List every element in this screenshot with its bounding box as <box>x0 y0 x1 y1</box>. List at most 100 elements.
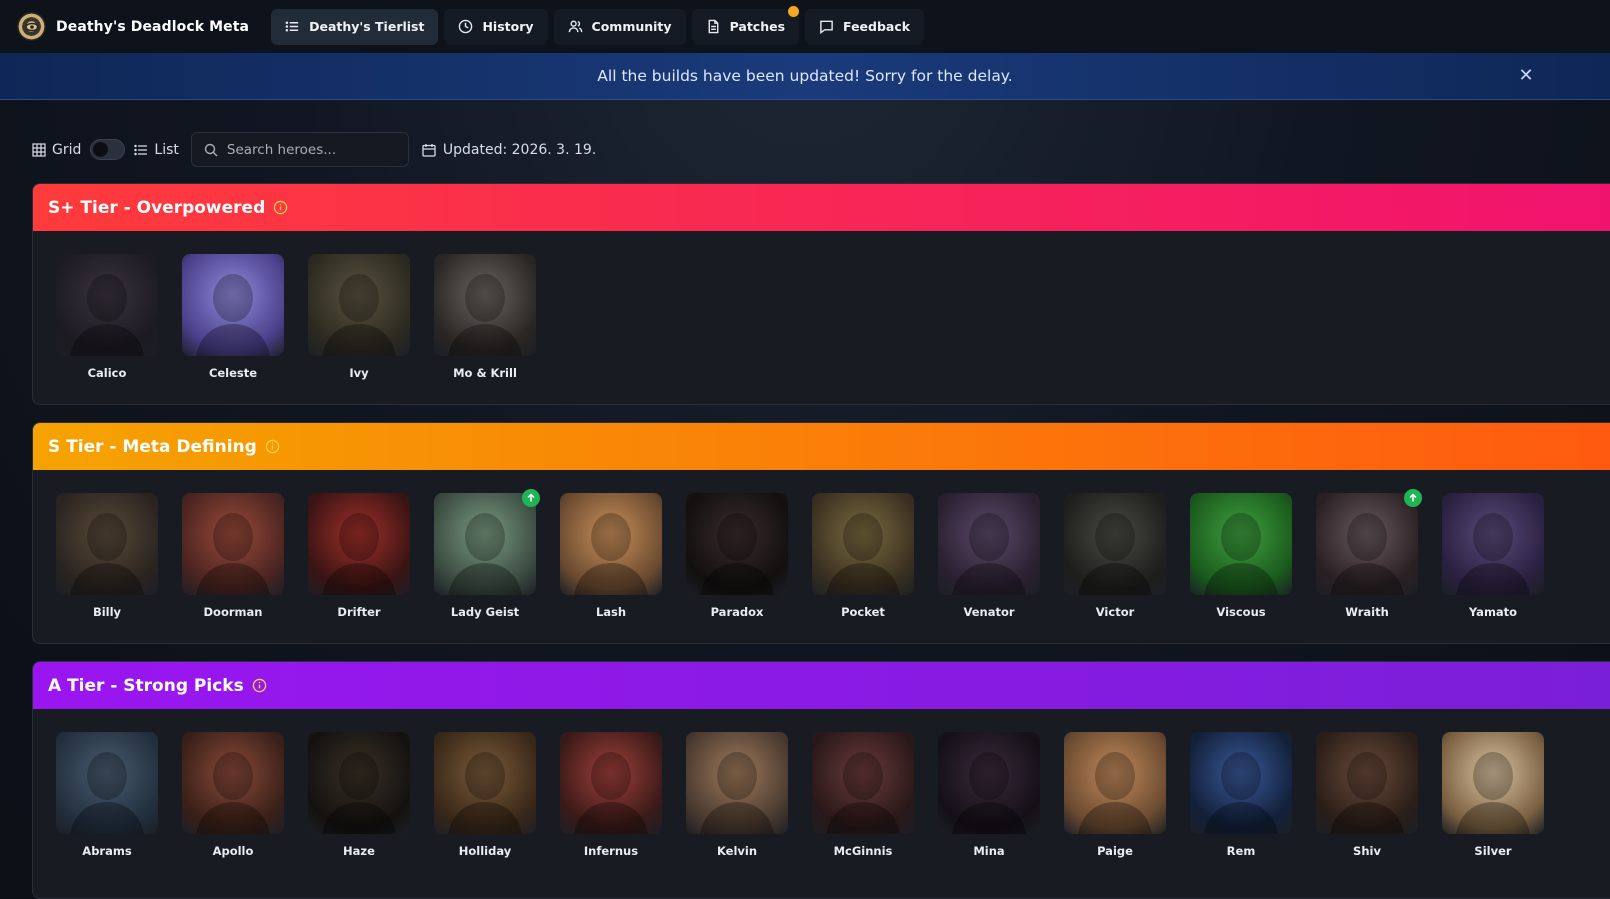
tier-section-a: A Tier - Strong Picks Abrams Apollo Haze Hol… <box>32 661 1610 899</box>
hero-card[interactable]: Viscous <box>1190 493 1292 619</box>
grid-view-option[interactable]: Grid <box>32 142 81 158</box>
hero-name: Celeste <box>208 366 258 380</box>
eye-logo-icon <box>17 12 46 41</box>
hero-portrait <box>938 732 1040 834</box>
hero-card[interactable]: Rem <box>1190 732 1292 858</box>
tier-header: S Tier - Meta Defining <box>33 423 1610 470</box>
hero-card[interactable]: Infernus <box>560 732 662 858</box>
info-icon[interactable] <box>273 200 288 215</box>
hero-card[interactable]: Drifter <box>308 493 410 619</box>
hero-name: Calico <box>87 366 127 380</box>
chat-icon <box>820 20 833 34</box>
hero-name: Rem <box>1226 844 1256 858</box>
tier-title: S Tier - Meta Defining <box>48 436 257 457</box>
hero-card[interactable]: Paige <box>1064 732 1166 858</box>
tier-section-splus: S+ Tier - Overpowered Calico Celeste Ivy Mo … <box>32 183 1610 405</box>
hero-card[interactable]: McGinnis <box>812 732 914 858</box>
hero-card[interactable]: Lady Geist <box>434 489 540 619</box>
updated-text: Updated: 2026. 3. 19. <box>442 141 597 158</box>
hero-portrait <box>1316 493 1418 595</box>
hero-card[interactable]: Ivy <box>308 254 410 380</box>
hero-card[interactable]: Wraith <box>1316 489 1422 619</box>
hero-grid: Calico Celeste Ivy Mo & Krill <box>33 231 1610 380</box>
users-icon <box>568 20 582 33</box>
hero-name: Viscous <box>1216 605 1266 619</box>
hero-card[interactable]: Victor <box>1064 493 1166 619</box>
view-toggle[interactable] <box>90 139 126 160</box>
hero-card[interactable]: Pocket <box>812 493 914 619</box>
hero-portrait <box>686 732 788 834</box>
tab-history[interactable]: History <box>444 8 548 45</box>
hero-card[interactable]: Silver <box>1442 732 1544 858</box>
hero-card[interactable]: Abrams <box>56 732 158 858</box>
hero-portrait <box>56 493 158 595</box>
list-icon <box>285 21 299 32</box>
banner-message: All the builds have been updated! Sorry … <box>597 67 1013 85</box>
view-controls: Grid List Updated: 2026. 3. 19. <box>32 132 596 167</box>
calendar-icon <box>422 143 436 157</box>
grid-icon <box>32 142 46 157</box>
hero-portrait <box>182 254 284 356</box>
info-icon[interactable] <box>265 439 280 454</box>
list-view-option[interactable]: List <box>134 141 179 158</box>
hero-card[interactable]: Mina <box>938 732 1040 858</box>
hero-card[interactable]: Venator <box>938 493 1040 619</box>
hero-portrait <box>56 732 158 834</box>
tier-title: S+ Tier - Overpowered <box>48 197 266 218</box>
hero-portrait <box>434 254 536 356</box>
hero-portrait <box>308 254 410 356</box>
hero-card[interactable]: Apollo <box>182 732 284 858</box>
hero-portrait <box>1190 493 1292 595</box>
hero-portrait <box>812 493 914 595</box>
tier-section-s: S Tier - Meta Defining Billy Doorman Drifte… <box>32 422 1610 644</box>
top-navigation: Deathy's Deadlock Meta Deathy's Tierlist… <box>0 0 1610 53</box>
hero-card[interactable]: Yamato <box>1442 493 1544 619</box>
hero-portrait <box>812 732 914 834</box>
clock-icon <box>459 19 473 34</box>
list-label: List <box>154 141 179 158</box>
grid-label: Grid <box>52 141 82 158</box>
hero-card[interactable]: Haze <box>308 732 410 858</box>
hero-name: Infernus <box>583 844 639 858</box>
hero-portrait <box>308 493 410 595</box>
hero-card[interactable]: Celeste <box>182 254 284 380</box>
hero-portrait <box>1442 732 1544 834</box>
hero-portrait <box>434 493 536 595</box>
hero-card[interactable]: Calico <box>56 254 158 380</box>
hero-portrait <box>1064 732 1166 834</box>
hero-portrait <box>686 493 788 595</box>
search-input[interactable] <box>226 141 397 158</box>
hero-name: Paradox <box>710 605 764 619</box>
hero-card[interactable]: Lash <box>560 493 662 619</box>
hero-name: Doorman <box>203 605 263 619</box>
trending-up-icon <box>522 489 540 507</box>
close-icon[interactable]: ✕ <box>1516 66 1536 86</box>
tab-community[interactable]: Community <box>553 8 686 45</box>
hero-card[interactable]: Kelvin <box>686 732 788 858</box>
announcement-banner: All the builds have been updated! Sorry … <box>0 53 1610 100</box>
hero-name: Pocket <box>841 605 885 619</box>
hero-card[interactable]: Billy <box>56 493 158 619</box>
trending-up-icon <box>1404 489 1422 507</box>
tab-label: Community <box>591 19 672 34</box>
hero-portrait <box>1190 732 1292 834</box>
tab-tierlist[interactable]: Deathy's Tierlist <box>271 8 439 45</box>
hero-portrait <box>1316 732 1418 834</box>
brand[interactable]: Deathy's Deadlock Meta <box>17 12 249 41</box>
hero-card[interactable]: Shiv <box>1316 732 1418 858</box>
hero-card[interactable]: Mo & Krill <box>434 254 536 380</box>
tab-label: Patches <box>729 19 786 34</box>
tier-title: A Tier - Strong Picks <box>48 675 244 696</box>
hero-card[interactable]: Doorman <box>182 493 284 619</box>
hero-card[interactable]: Holliday <box>434 732 536 858</box>
hero-name: Mo & Krill <box>453 366 517 380</box>
tab-patches[interactable]: Patches <box>691 5 800 45</box>
info-icon[interactable] <box>252 678 267 693</box>
search-icon <box>204 143 218 156</box>
tab-feedback[interactable]: Feedback <box>805 8 925 45</box>
list-icon <box>134 144 148 155</box>
hero-card[interactable]: Paradox <box>686 493 788 619</box>
hero-name: Yamato <box>1468 605 1518 619</box>
hero-name: Paige <box>1097 844 1133 858</box>
search-box[interactable] <box>190 132 409 167</box>
